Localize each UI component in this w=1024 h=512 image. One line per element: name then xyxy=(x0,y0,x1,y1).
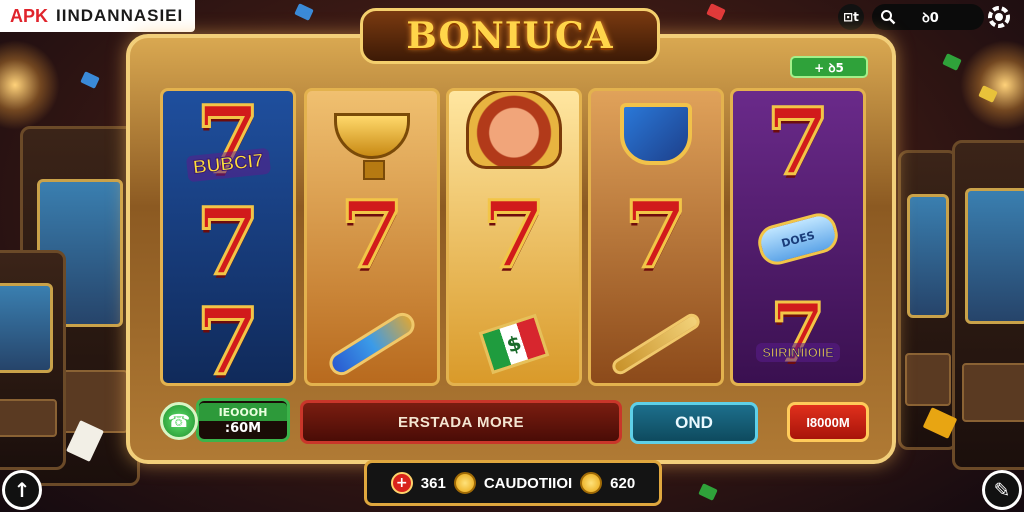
arcade-screen xyxy=(0,282,54,373)
money-flag-icon: $ xyxy=(449,309,579,379)
search-bar[interactable]: ꝺ0 xyxy=(872,4,984,30)
win-badge[interactable]: + ꝺ5 xyxy=(790,56,868,78)
background-arcade-right xyxy=(898,150,958,450)
search-value: ꝺ0 xyxy=(922,11,939,26)
bet-button[interactable]: I8000M xyxy=(787,402,869,442)
reel-label-text: SIIRINIIOIIE xyxy=(756,342,840,362)
tube-icon xyxy=(307,308,437,380)
reel-symbol-seven: 7 xyxy=(194,287,261,386)
reel-1: 7 BUBCI7 7 7 xyxy=(160,88,296,386)
reel-2: 7 xyxy=(304,88,440,386)
settings-icon[interactable] xyxy=(984,2,1014,32)
scepter-icon xyxy=(591,309,721,379)
balance-top-value: IEOOOH xyxy=(199,403,287,421)
light-glow-left xyxy=(0,40,60,130)
reel-symbol-seven: 7 xyxy=(194,187,261,298)
confetti xyxy=(294,3,314,21)
arcade-panel xyxy=(905,352,951,406)
search-icon xyxy=(881,10,896,25)
reel-symbol-seven: 7 xyxy=(764,88,831,198)
edit-button[interactable]: ✎ xyxy=(982,470,1022,510)
menu-button-label: ⊡t xyxy=(843,10,859,24)
phone-button[interactable]: ☎ xyxy=(160,402,198,440)
shield-icon xyxy=(591,99,721,169)
arcade-screen xyxy=(965,188,1024,325)
confetti xyxy=(942,53,962,71)
spin-button[interactable]: OND xyxy=(630,402,758,444)
arrow-up-icon: ↑ xyxy=(13,478,31,502)
site-brand[interactable]: APK IINDANNASIEI xyxy=(0,0,196,32)
balance-bottom-value: :60M xyxy=(224,421,262,436)
background-arcade-left-front xyxy=(0,250,66,470)
scroll-roll-icon: DOES xyxy=(733,209,863,269)
tray-left-value: 361 xyxy=(420,474,446,492)
trophy-cup-icon xyxy=(307,101,437,180)
reel-symbol-seven: 7 xyxy=(769,284,828,381)
menu-button[interactable]: ⊡t xyxy=(838,4,864,30)
money-flag-symbol: $ xyxy=(478,313,550,375)
background-arcade-right-front xyxy=(952,140,1024,470)
reel-symbol-seven: 7 xyxy=(622,180,689,291)
arcade-screen xyxy=(907,194,949,318)
scroll-roll-label: DOES xyxy=(754,209,842,269)
confetti xyxy=(80,71,100,89)
coin-icon xyxy=(453,472,476,494)
character-face-icon xyxy=(449,91,579,171)
reel-symbol-label: BUBCI7 xyxy=(163,145,293,185)
reel-symbol-seven: 7 xyxy=(338,180,405,291)
reel-3: 7 $ xyxy=(446,88,582,386)
arcade-panel xyxy=(0,398,57,438)
confetti xyxy=(706,3,726,21)
coin-tray: + 361 CAUDOTIIOI 620 xyxy=(364,460,662,506)
confetti xyxy=(698,483,718,501)
light-glow-right xyxy=(960,40,1024,130)
balance-display: IEOOOH :60M xyxy=(196,398,290,442)
pencil-icon: ✎ xyxy=(993,478,1011,502)
tray-right-value: 620 xyxy=(610,474,636,492)
arcade-panel xyxy=(961,363,1024,422)
brand-site-name: IINDANNASIEI xyxy=(56,6,184,25)
tray-center-label: CAUDOTIIOI xyxy=(483,474,573,492)
reel-label-text: BUBCI7 xyxy=(185,147,271,183)
win-badge-label: + ꝺ5 xyxy=(814,60,844,75)
scroll-up-button[interactable]: ↑ xyxy=(2,470,42,510)
add-coin-icon[interactable]: + xyxy=(390,472,413,494)
brand-apk-label: APK xyxy=(10,5,49,26)
reel-symbol-label: SIIRINIIOIIE xyxy=(733,337,863,367)
reel-5: 7 DOES 7 SIIRINIIOIIE xyxy=(730,88,866,386)
phone-icon: ☎ xyxy=(167,410,191,432)
reel-symbol-seven: 7 xyxy=(480,180,547,291)
reel-4: 7 xyxy=(588,88,724,386)
coin-icon xyxy=(580,472,603,494)
game-logo: BONIUCA xyxy=(360,8,660,64)
status-message: ERSTADA MORE xyxy=(300,400,622,444)
